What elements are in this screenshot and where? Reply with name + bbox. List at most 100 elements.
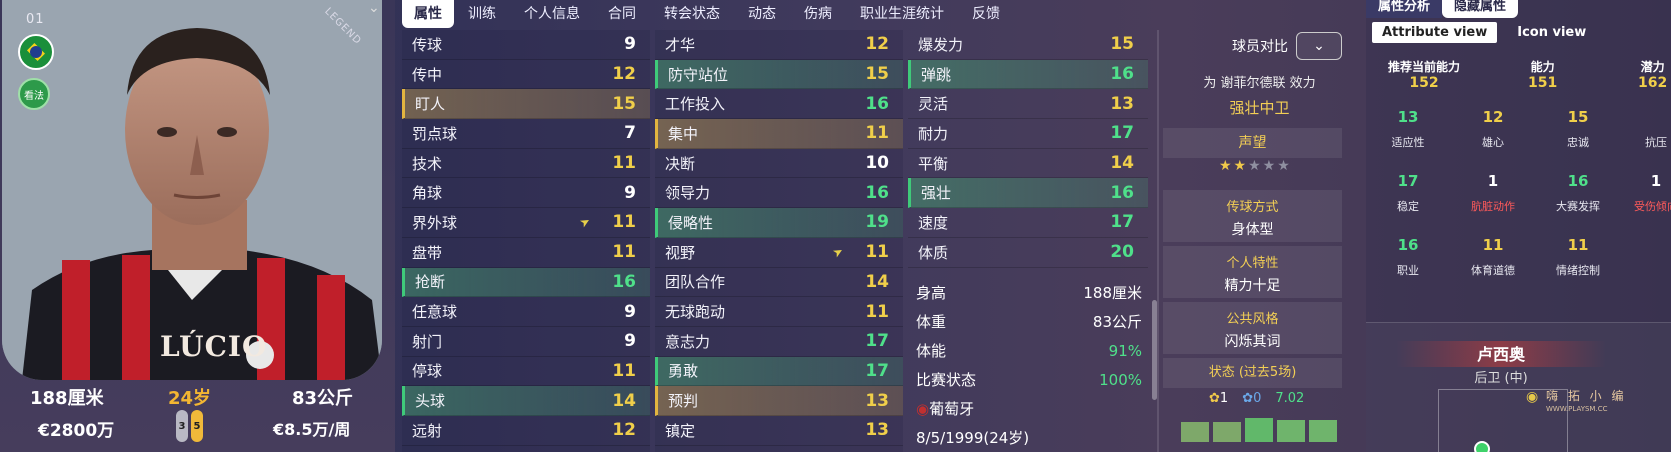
media-label: 公共风格	[1226, 312, 1279, 327]
chevron-down-icon[interactable]: ⌄	[368, 0, 380, 16]
attribute-name: 勇敢	[668, 362, 699, 381]
ability-label: 能力	[1530, 60, 1555, 74]
position-map: 卢西奥 后卫 (中) ◉ 嗨 拓 小 编 WWW.PLAYSM.CC	[1366, 322, 1671, 452]
attribute-view-button[interactable]: Attribute view	[1372, 22, 1498, 43]
attribute-row[interactable]: 任意球 9	[402, 297, 650, 327]
attribute-row[interactable]: 爆发力 15	[908, 30, 1148, 60]
player-info: 身高 188厘米 体重 83公斤 体能 91% 比赛状态 100% ◉ 葡萄牙 8/5/1999(…	[908, 278, 1148, 452]
attribute-name: 灵活	[918, 95, 949, 114]
attribute-row[interactable]: 防守站位 15	[655, 59, 903, 90]
height-value: 188厘米	[30, 388, 104, 409]
compare-dropdown-icon[interactable]: ⌄	[1296, 32, 1342, 60]
tab-hidden-attributes[interactable]: 隐藏属性	[1442, 0, 1519, 18]
value-amount: €2800万	[38, 421, 115, 441]
attribute-row[interactable]: 才华 12	[655, 30, 903, 60]
attribute-row[interactable]: 预判 13	[655, 386, 903, 416]
attribute-value: 17	[1110, 212, 1134, 233]
hidden-attribute: 11 情绪控制	[1538, 236, 1618, 278]
attribute-name: 任意球	[412, 303, 458, 322]
attribute-row[interactable]: 技术 11	[402, 149, 650, 179]
media-value: 闪烁其词	[1224, 334, 1281, 350]
tab-2[interactable]: 个人信息	[510, 0, 594, 28]
info-row: 8/5/1999(24岁)	[908, 423, 1148, 452]
attribute-value: 7	[624, 123, 636, 144]
tab-6[interactable]: 伤病	[790, 0, 846, 28]
form-summary: ✿1 ✿0 7.02	[1163, 388, 1356, 408]
info-label: 8/5/1999(24岁)	[916, 429, 1030, 447]
shirt-name: LÚCIO	[160, 330, 268, 363]
attribute-value: 16	[865, 93, 889, 114]
tab-5[interactable]: 动态	[734, 0, 790, 28]
attribute-name: 盯人	[415, 95, 446, 114]
tab-attribute-analysis[interactable]: 属性分析	[1366, 0, 1443, 18]
portugal-flag-icon: ◉	[916, 399, 930, 418]
attribute-row[interactable]: 弹跳 16	[908, 59, 1148, 90]
scrollbar[interactable]	[1152, 300, 1157, 400]
left-foot: 3	[176, 410, 188, 442]
attribute-row[interactable]: 盯人 15	[402, 89, 650, 120]
attribute-row[interactable]: 灵活 13	[908, 89, 1148, 120]
attribute-value: 14	[1110, 153, 1134, 174]
brazil-flag-icon[interactable]	[18, 34, 54, 70]
tab-1[interactable]: 训练	[454, 0, 510, 28]
attribute-row[interactable]: 传中 12	[402, 60, 650, 90]
attribute-row[interactable]: 决断 10	[655, 149, 903, 179]
attribute-row[interactable]: 无球跑动 11	[655, 297, 903, 327]
hidden-attribute: 1 肮脏动作	[1453, 172, 1533, 214]
role-badge[interactable]: 看法	[18, 78, 50, 110]
attribute-row[interactable]: 视野 ➤ 11	[655, 238, 903, 268]
info-label: 葡萄牙	[929, 400, 975, 418]
attribute-name: 技术	[412, 154, 443, 173]
attribute-row[interactable]: 头球 14	[402, 386, 650, 416]
attribute-row[interactable]: 强壮 16	[908, 178, 1148, 209]
tab-0[interactable]: 属性	[402, 0, 454, 28]
attribute-row[interactable]: 盘带 11	[402, 238, 650, 268]
recommended-ability: 推荐当前能力 152	[1388, 58, 1460, 91]
ability-value: 151	[1528, 75, 1558, 91]
attribute-row[interactable]: 侵略性 19	[655, 208, 903, 238]
attribute-name: 侵略性	[668, 213, 714, 232]
attribute-row[interactable]: 传球 9	[402, 30, 650, 60]
player-number: 01	[26, 12, 45, 27]
hidden-value: 1	[1650, 172, 1662, 190]
attribute-row[interactable]: 意志力 17	[655, 327, 903, 357]
attribute-row[interactable]: 勇敢 17	[655, 356, 903, 387]
hidden-attribute: 11 体育道德	[1453, 236, 1533, 278]
info-value: 91%	[1108, 341, 1142, 360]
attribute-row[interactable]: 罚点球 7	[402, 119, 650, 149]
attribute-value: 17	[865, 360, 889, 381]
potential-value: 162	[1638, 75, 1668, 91]
attribute-row[interactable]: 镇定 13	[655, 416, 903, 446]
tab-7[interactable]: 职业生涯统计	[846, 0, 958, 28]
attribute-row[interactable]: 耐力 17	[908, 119, 1148, 149]
attribute-row[interactable]: 集中 11	[655, 119, 903, 149]
attribute-row[interactable]: 抢断 16	[402, 267, 650, 298]
attribute-row[interactable]: 界外球 ➤ 11	[402, 208, 650, 238]
attribute-row[interactable]: 平衡 14	[908, 149, 1148, 179]
attribute-name: 集中	[668, 124, 699, 143]
attribute-name: 抢断	[415, 273, 446, 292]
attribute-name: 耐力	[918, 124, 949, 143]
attribute-row[interactable]: 速度 17	[908, 208, 1148, 238]
attribute-value: 11	[612, 360, 636, 381]
potential-label: 潜力	[1640, 60, 1665, 74]
attribute-value: 14	[612, 390, 636, 411]
attribute-row[interactable]: 领导力 16	[655, 178, 903, 209]
attribute-row[interactable]: 射门 9	[402, 327, 650, 357]
tab-4[interactable]: 转会状态	[650, 0, 734, 28]
hidden-label: 雄心	[1482, 136, 1504, 149]
attribute-row[interactable]: 远射 12	[402, 416, 650, 446]
attribute-row[interactable]: 角球 9	[402, 178, 650, 209]
attribute-name: 才华	[665, 35, 696, 54]
icon-view-button[interactable]: Icon view	[1507, 22, 1596, 43]
tab-3[interactable]: 合同	[594, 0, 650, 28]
attribute-row[interactable]: 停球 11	[402, 357, 650, 387]
attribute-value: 12	[612, 64, 636, 85]
attribute-value: 11	[612, 153, 636, 174]
attribute-row[interactable]: 工作投入 16	[655, 89, 903, 120]
tab-8[interactable]: 反馈	[958, 0, 1014, 28]
attribute-row[interactable]: 体质 20	[908, 238, 1148, 268]
trait-value: 精力十足	[1224, 278, 1281, 294]
attribute-row[interactable]: 团队合作 14	[655, 268, 903, 298]
attribute-value: 9	[624, 182, 636, 203]
